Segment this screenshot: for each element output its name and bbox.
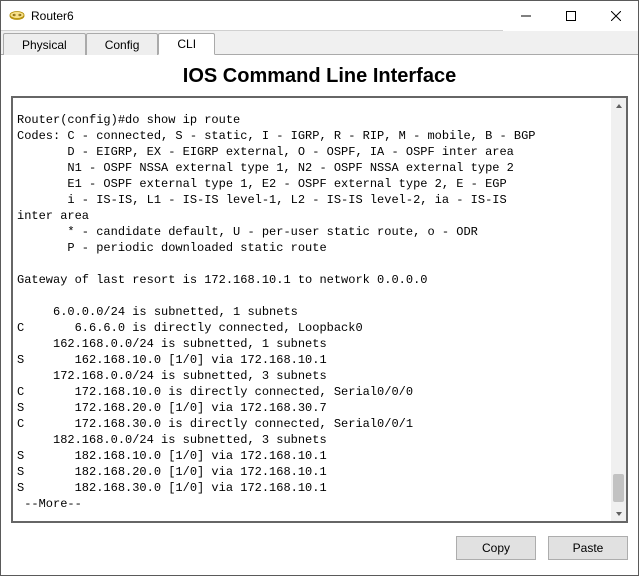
tab-config[interactable]: Config [86, 33, 159, 55]
titlebar: Router6 [1, 1, 638, 31]
terminal-output[interactable]: Router(config)#do show ip route Codes: C… [13, 110, 611, 509]
button-label: Paste [573, 541, 604, 555]
tab-label: Physical [22, 38, 67, 52]
window-title: Router6 [31, 9, 503, 23]
button-label: Copy [482, 541, 510, 555]
tab-content: IOS Command Line Interface Router(config… [1, 55, 638, 575]
close-button[interactable] [593, 1, 638, 31]
terminal-frame: Router(config)#do show ip route Codes: C… [11, 96, 628, 523]
scroll-track[interactable] [611, 113, 626, 506]
tab-cli[interactable]: CLI [158, 33, 215, 55]
tab-label: Config [105, 38, 140, 52]
paste-button[interactable]: Paste [548, 536, 628, 560]
maximize-button[interactable] [548, 1, 593, 31]
scrollbar[interactable] [611, 98, 626, 521]
scroll-up-button[interactable] [611, 98, 626, 113]
tab-physical[interactable]: Physical [3, 33, 86, 55]
copy-button[interactable]: Copy [456, 536, 536, 560]
router-icon [9, 8, 25, 24]
scroll-down-button[interactable] [611, 506, 626, 521]
scroll-thumb[interactable] [613, 474, 624, 502]
button-row: Copy Paste [11, 523, 628, 565]
tab-bar: Physical Config CLI [1, 31, 638, 55]
minimize-button[interactable] [503, 1, 548, 31]
app-window: Router6 Physical Config CLI IOS Command … [0, 0, 639, 576]
cli-heading: IOS Command Line Interface [11, 65, 628, 88]
tab-label: CLI [177, 37, 196, 51]
